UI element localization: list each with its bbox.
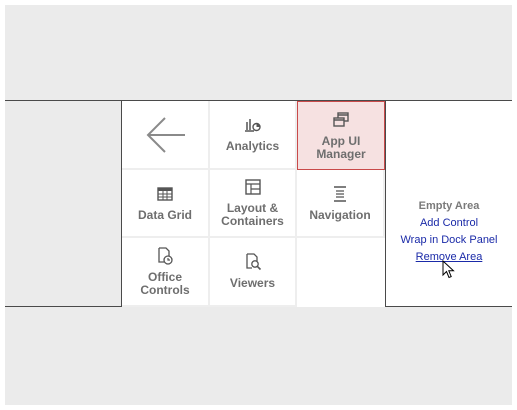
tile-data-grid-label: Data Grid bbox=[137, 207, 192, 222]
back-button[interactable] bbox=[122, 101, 210, 170]
empty-area-panel: Empty Area Add Control Wrap in Dock Pane… bbox=[386, 198, 512, 266]
tile-layout-containers-label: Layout & Containers bbox=[221, 201, 284, 228]
tile-data-grid[interactable]: Data Grid bbox=[122, 170, 210, 238]
navigation-icon bbox=[331, 185, 349, 203]
tile-panel: Analytics App UI Manager Data Grid Layou… bbox=[121, 100, 386, 307]
add-control-link[interactable]: Add Control bbox=[386, 215, 512, 232]
tile-office-controls-label: Office Controls bbox=[140, 269, 190, 297]
empty-area-title: Empty Area bbox=[418, 200, 480, 212]
mouse-cursor-icon bbox=[442, 260, 455, 279]
tile-app-ui-manager[interactable]: App UI Manager bbox=[297, 101, 385, 170]
layout-icon bbox=[244, 178, 262, 196]
document-search-icon bbox=[244, 253, 262, 271]
tile-viewers-label: Viewers bbox=[229, 276, 276, 290]
tile-empty-slot bbox=[297, 238, 385, 307]
arrow-left-icon bbox=[146, 116, 185, 153]
windows-icon bbox=[332, 111, 350, 129]
office-doc-icon bbox=[156, 246, 174, 265]
tile-layout-containers[interactable]: Layout & Containers bbox=[210, 170, 297, 238]
tile-navigation[interactable]: Navigation bbox=[297, 170, 385, 238]
tile-viewers[interactable]: Viewers bbox=[210, 238, 297, 307]
tile-analytics[interactable]: Analytics bbox=[210, 101, 297, 170]
left-layout-area[interactable] bbox=[5, 101, 121, 306]
tile-analytics-label: Analytics bbox=[225, 139, 280, 153]
grid-icon bbox=[156, 185, 174, 203]
tile-navigation-label: Navigation bbox=[309, 207, 371, 222]
tile-app-ui-manager-label: App UI Manager bbox=[316, 133, 366, 161]
wrap-dock-panel-link[interactable]: Wrap in Dock Panel bbox=[386, 232, 512, 249]
tile-office-controls[interactable]: Office Controls bbox=[122, 238, 210, 307]
analytics-icon bbox=[244, 116, 262, 134]
